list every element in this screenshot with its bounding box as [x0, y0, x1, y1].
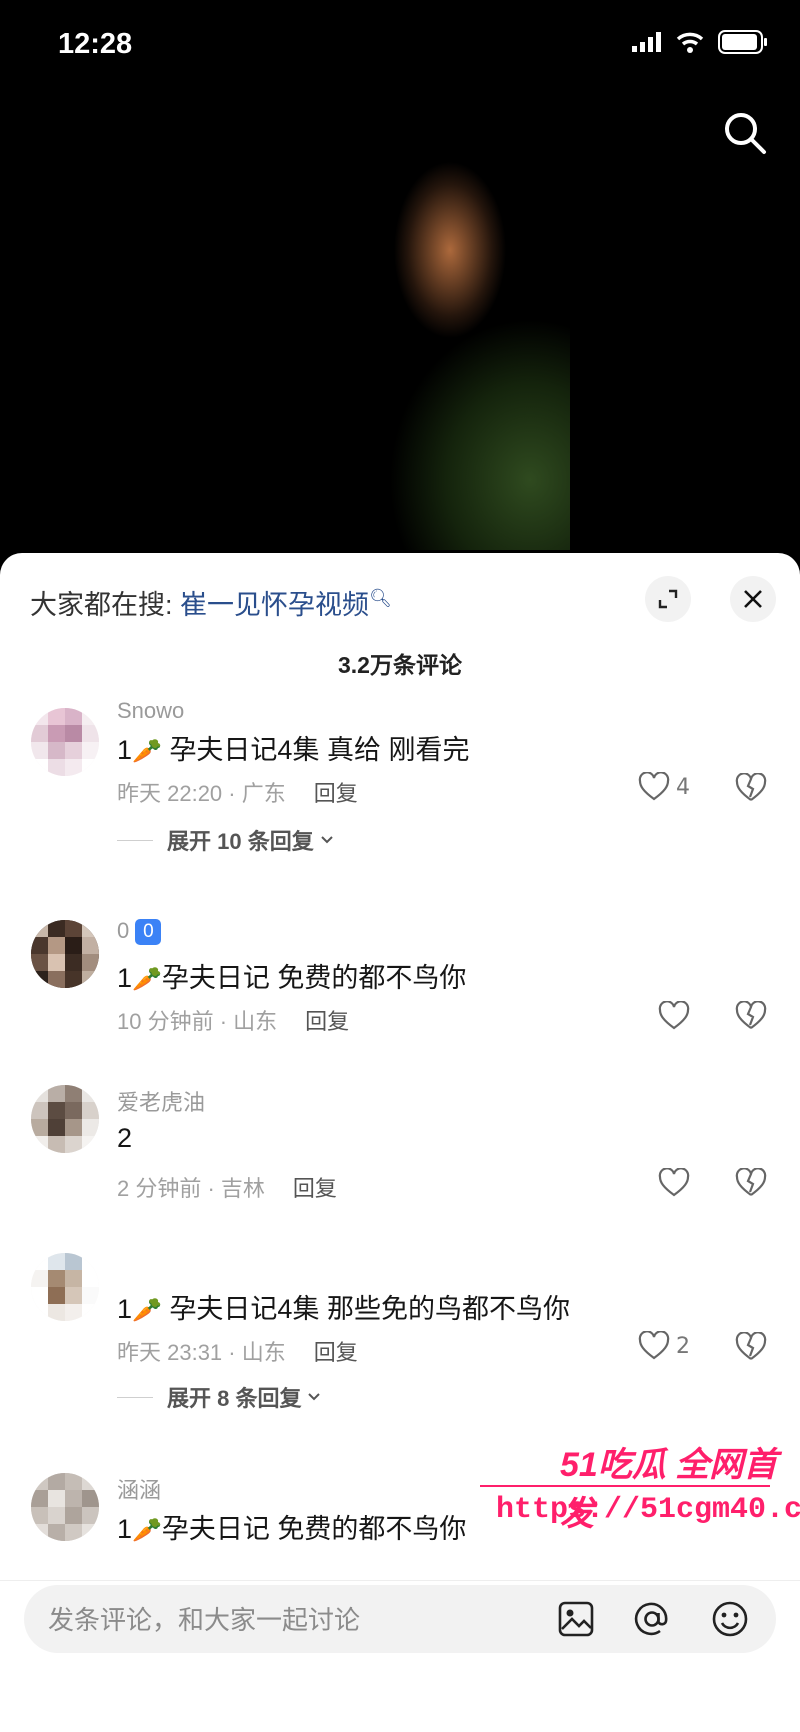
- carrot-icon: 🥕: [132, 1297, 162, 1324]
- divider: [117, 1396, 153, 1398]
- search-suggestion[interactable]: 大家都在搜: 崔一见怀孕视频🔍︎: [30, 583, 392, 622]
- carrot-icon: 🥕: [132, 966, 162, 993]
- chevron-down-icon: [308, 1393, 321, 1401]
- like-button[interactable]: 4: [638, 772, 690, 802]
- video-player[interactable]: 12:28: [0, 0, 800, 580]
- comment-meta: 2 分钟前 · 吉林 回复: [117, 1171, 337, 1203]
- expand-replies-label: 展开 8 条回复: [167, 1386, 302, 1411]
- search-small-icon: 🔍︎: [369, 588, 392, 608]
- comment-input-container[interactable]: [24, 1585, 776, 1655]
- at-icon[interactable]: [632, 1599, 672, 1639]
- comment-username[interactable]: Snowo: [117, 698, 184, 724]
- comment-username[interactable]: 涵涵: [117, 1473, 161, 1505]
- expand-button[interactable]: [645, 576, 691, 622]
- avatar[interactable]: [31, 920, 99, 988]
- expand-icon: [658, 589, 678, 609]
- comment-meta: 昨天 22:20 · 广东 回复: [117, 776, 358, 808]
- comment-username[interactable]: 0 0: [117, 918, 162, 946]
- username-text: 0: [117, 918, 130, 943]
- comment-prefix: 1: [117, 1514, 133, 1544]
- carrot-icon: 🥕: [132, 1517, 162, 1544]
- comment-count: 3.2万条评论: [338, 652, 462, 678]
- avatar[interactable]: [31, 708, 99, 776]
- broken-heart-icon[interactable]: [735, 1168, 767, 1198]
- avatar[interactable]: [31, 1085, 99, 1153]
- close-icon: [744, 590, 762, 608]
- carrot-icon: 🥕: [132, 738, 162, 765]
- search-icon[interactable]: [720, 108, 770, 158]
- keycap-zero-badge: 0: [135, 919, 162, 946]
- comment-username[interactable]: 爱老虎油: [117, 1085, 205, 1117]
- divider: [117, 839, 153, 841]
- close-button[interactable]: [730, 576, 776, 622]
- suggest-prefix: 大家都在搜:: [30, 590, 173, 620]
- suggest-query-link[interactable]: 崔一见怀孕视频: [180, 590, 369, 620]
- like-count: 4: [676, 774, 690, 800]
- comment-time-location: 2 分钟前 · 吉林: [117, 1176, 265, 1201]
- comment-time-location: 10 分钟前 · 山东: [117, 1009, 278, 1034]
- comment-body: 2: [117, 1123, 133, 1153]
- reply-button[interactable]: 回复: [293, 1176, 337, 1201]
- emoji-icon[interactable]: [710, 1599, 750, 1639]
- heart-icon[interactable]: [658, 1168, 690, 1198]
- heart-icon: [638, 772, 670, 801]
- chevron-down-icon: [320, 836, 333, 844]
- comment-text: 1🥕孕夫日记 免费的都不鸟你: [117, 956, 466, 995]
- battery-icon: [718, 30, 767, 54]
- broken-heart-icon[interactable]: [735, 1001, 767, 1031]
- comment-meta: 10 分钟前 · 山东 回复: [117, 1004, 349, 1036]
- status-icons: [632, 30, 768, 54]
- comment-body: 孕夫日记4集 那些免的鸟都不鸟你: [169, 1294, 570, 1324]
- comment-prefix: 1: [117, 735, 133, 765]
- watermark: 51吃瓜 全网首发 https://51cgm40.com: [480, 1437, 800, 1537]
- comment-prefix: 1: [117, 963, 133, 993]
- comment-body: 孕夫日记4集 真给 刚看完: [169, 735, 470, 765]
- signal-icon: [632, 32, 661, 52]
- wifi-icon: [676, 32, 704, 53]
- broken-heart-icon[interactable]: [735, 773, 767, 803]
- broken-heart-icon[interactable]: [735, 1332, 767, 1362]
- image-icon[interactable]: [556, 1599, 596, 1639]
- video-frame: [330, 90, 570, 550]
- heart-icon: [638, 1331, 670, 1360]
- comment-body: 孕夫日记 免费的都不鸟你: [161, 1514, 467, 1544]
- comment-meta: 昨天 23:31 · 山东 回复: [117, 1335, 358, 1367]
- comment-input-bar: [0, 1580, 800, 1732]
- reply-button[interactable]: 回复: [305, 1009, 349, 1034]
- avatar[interactable]: [31, 1473, 99, 1541]
- comment-text: 1🥕 孕夫日记4集 真给 刚看完: [117, 728, 469, 767]
- comment-time-location: 昨天 23:31 · 山东: [117, 1340, 286, 1365]
- heart-icon[interactable]: [658, 1001, 690, 1031]
- watermark-line: [480, 1485, 770, 1487]
- comment-text: 2: [117, 1123, 132, 1154]
- comment-text: 1🥕孕夫日记 免费的都不鸟你: [117, 1507, 466, 1546]
- comment-time-location: 昨天 22:20 · 广东: [117, 781, 286, 806]
- comment-input[interactable]: [46, 1585, 510, 1655]
- reply-button[interactable]: 回复: [314, 781, 358, 806]
- comment-body: 孕夫日记 免费的都不鸟你: [161, 963, 467, 993]
- comment-text: 1🥕 孕夫日记4集 那些免的鸟都不鸟你: [117, 1287, 570, 1326]
- status-time: 12:28: [58, 28, 133, 60]
- expand-replies-button[interactable]: 展开 10 条回复: [117, 824, 336, 856]
- like-count: 2: [676, 1333, 690, 1359]
- avatar[interactable]: [31, 1253, 99, 1321]
- comment-panel: 大家都在搜: 崔一见怀孕视频🔍︎ 3.2万条评论 Snowo 1🥕 孕夫日记4集…: [0, 553, 800, 1732]
- reply-button[interactable]: 回复: [314, 1340, 358, 1365]
- expand-replies-button[interactable]: 展开 8 条回复: [117, 1381, 323, 1413]
- like-button[interactable]: 2: [638, 1331, 690, 1361]
- expand-replies-label: 展开 10 条回复: [167, 829, 314, 854]
- comment-prefix: 1: [117, 1294, 133, 1324]
- watermark-url: https://51cgm40.com: [496, 1493, 800, 1527]
